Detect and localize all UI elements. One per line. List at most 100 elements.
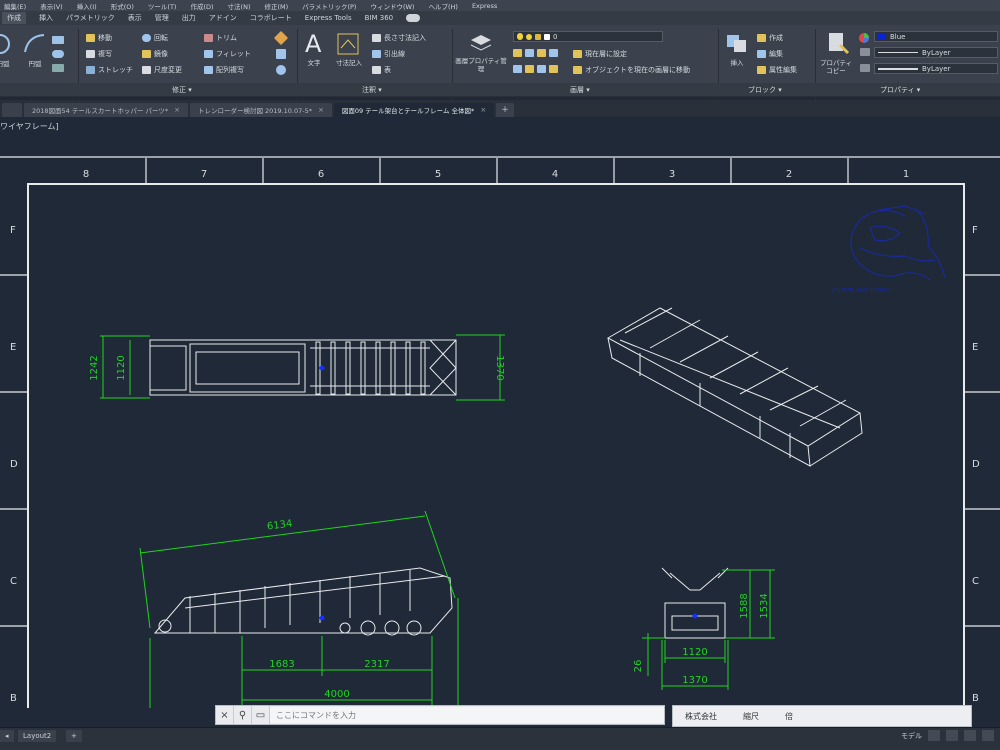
color-dropdown[interactable]: Blue: [874, 31, 998, 42]
ribbon-tab-output[interactable]: 出力: [182, 13, 196, 23]
close-icon[interactable]: ×: [174, 106, 180, 114]
layout-tab-add[interactable]: +: [66, 730, 82, 742]
menu-dimension[interactable]: 寸法(N): [228, 1, 251, 11]
layout-tab-prev[interactable]: ◂: [0, 730, 14, 742]
menu-tools[interactable]: ツール(T): [148, 1, 177, 11]
svg-text:A: A: [305, 30, 322, 56]
ribbon-tab-insert[interactable]: 挿入: [39, 13, 53, 23]
menu-window[interactable]: ウィンドウ(W): [370, 1, 414, 11]
menu-draw[interactable]: 作成(D): [190, 1, 213, 11]
set-current-layer-button[interactable]: 現在層に設定: [573, 49, 627, 59]
layers-panel-label[interactable]: 画層 ▾: [570, 85, 590, 95]
table-button[interactable]: 表: [372, 65, 391, 75]
set-current-icon: [573, 50, 582, 58]
edit-block-button[interactable]: 編集: [757, 49, 783, 59]
ortho-toggle-icon[interactable]: [964, 730, 976, 741]
linear-dim-icon: [372, 34, 381, 42]
model-toggle[interactable]: モデル: [901, 731, 922, 741]
polar-toggle-icon[interactable]: [982, 730, 994, 741]
dim-label: 1588: [739, 593, 750, 618]
menu-insert[interactable]: 挿入(I): [77, 1, 97, 11]
side-view-members: [189, 570, 411, 633]
close-icon[interactable]: ×: [318, 106, 324, 114]
dimension-icon[interactable]: [336, 32, 360, 56]
menu-help[interactable]: ヘルプ(H): [428, 1, 457, 11]
offset-icon[interactable]: [276, 65, 286, 75]
plus-icon: +: [501, 105, 509, 115]
doc-tab-start[interactable]: [2, 103, 22, 117]
match-properties-icon[interactable]: [826, 31, 850, 55]
ribbon-tab-collaborate[interactable]: コラボレート: [250, 13, 292, 23]
array-button[interactable]: 配列複写: [204, 65, 244, 75]
layer-dropdown[interactable]: 0: [513, 31, 663, 42]
ribbon-tab-view[interactable]: 表示: [128, 13, 142, 23]
circle-icon[interactable]: [0, 32, 14, 56]
doc-tab-active[interactable]: 図面09 テール架台とテールフレーム 全体図* ×: [333, 103, 495, 117]
menu-format[interactable]: 形式(O): [111, 1, 134, 11]
leader-button[interactable]: 引出線: [372, 49, 405, 59]
match-properties-label: プロパティコピー: [819, 59, 853, 75]
text-icon[interactable]: A: [303, 30, 325, 56]
ribbon-tab-bim360[interactable]: BIM 360: [365, 14, 394, 22]
linear-dim-button[interactable]: 長さ寸法記入: [372, 33, 426, 43]
leader-icon: [372, 50, 381, 58]
block-panel: 挿入 作成 編集 属性編集: [721, 28, 813, 84]
end-view-rollers: [661, 567, 729, 579]
layer-tools-row1[interactable]: [513, 49, 558, 57]
close-icon[interactable]: ×: [480, 106, 486, 114]
ucs-marker: [692, 613, 698, 619]
ribbon-tab-express-tools[interactable]: Express Tools: [305, 14, 352, 22]
block-panel-label[interactable]: ブロック ▾: [748, 85, 782, 95]
trim-button[interactable]: トリム: [204, 33, 237, 43]
command-input[interactable]: [270, 707, 664, 723]
hatch-icon[interactable]: [52, 64, 64, 72]
annotation-panel-label[interactable]: 注釈 ▾: [362, 85, 382, 95]
ribbon-tab-toggle-icon[interactable]: [406, 14, 421, 22]
rotate-button[interactable]: 回転: [142, 33, 168, 43]
color-wheel-icon[interactable]: [858, 32, 870, 44]
wrench-icon[interactable]: ⚲: [234, 706, 252, 724]
color-value: Blue: [890, 32, 906, 41]
linetype-dropdown[interactable]: ByLayer: [874, 47, 998, 58]
create-block-button[interactable]: 作成: [757, 33, 783, 43]
ellipse-icon[interactable]: [52, 50, 64, 58]
snap-toggle-icon[interactable]: [946, 730, 958, 741]
layer-tools-row2[interactable]: [513, 65, 558, 73]
doc-tab[interactable]: トレンローダー検討図 2019.10.07-5* ×: [189, 103, 332, 117]
drawing-canvas[interactable]: 8 7 6 5 4 3 2 1 F E D C B F E D C B papa…: [0, 128, 1000, 715]
explode-icon[interactable]: [276, 49, 286, 59]
layer-icon[interactable]: [469, 31, 493, 55]
properties-panel-label[interactable]: プロパティ ▾: [880, 85, 920, 95]
stretch-button[interactable]: ストレッチ: [86, 65, 133, 75]
attr-edit-button[interactable]: 属性編集: [757, 65, 797, 75]
layout-tab[interactable]: Layout2: [18, 730, 57, 742]
erase-icon[interactable]: [273, 30, 289, 46]
title-block-value: 倍: [785, 711, 793, 721]
menu-edit[interactable]: 編集(E): [4, 1, 26, 11]
new-tab-button[interactable]: +: [496, 103, 514, 117]
ribbon-tab-addins[interactable]: アドイン: [209, 13, 237, 23]
menu-modify[interactable]: 修正(M): [264, 1, 288, 11]
fillet-button[interactable]: フィレット: [204, 49, 251, 59]
grid-toggle-icon[interactable]: [928, 730, 940, 741]
scale-button[interactable]: 尺度変更: [142, 65, 182, 75]
modify-panel-label[interactable]: 修正 ▾: [172, 85, 192, 95]
lineweight-dropdown[interactable]: ByLayer: [874, 63, 998, 74]
menu-view[interactable]: 表示(V): [40, 1, 63, 11]
menu-express[interactable]: Express: [472, 2, 497, 10]
ribbon-tab-home[interactable]: 作成: [2, 12, 26, 24]
insert-block-icon[interactable]: [725, 31, 749, 55]
rectangle-icon[interactable]: [52, 36, 64, 44]
ribbon-tab-parametric[interactable]: パラメトリック: [66, 13, 115, 23]
dim-label: 1683: [269, 659, 294, 670]
arc-icon[interactable]: [22, 32, 46, 56]
mirror-button[interactable]: 鏡像: [142, 49, 168, 59]
close-icon[interactable]: ×: [216, 706, 234, 724]
menu-parametric[interactable]: パラメトリック(P): [302, 1, 356, 11]
copy-button[interactable]: 複写: [86, 49, 112, 59]
match-layer-button[interactable]: オブジェクトを現在の画層に移動: [573, 65, 690, 75]
linetype-value: ByLayer: [922, 48, 951, 57]
doc-tab[interactable]: 2018図面54 テールスカートホッパー パーツ* ×: [24, 103, 188, 117]
move-button[interactable]: 移動: [86, 33, 112, 43]
ribbon-tab-manage[interactable]: 管理: [155, 13, 169, 23]
